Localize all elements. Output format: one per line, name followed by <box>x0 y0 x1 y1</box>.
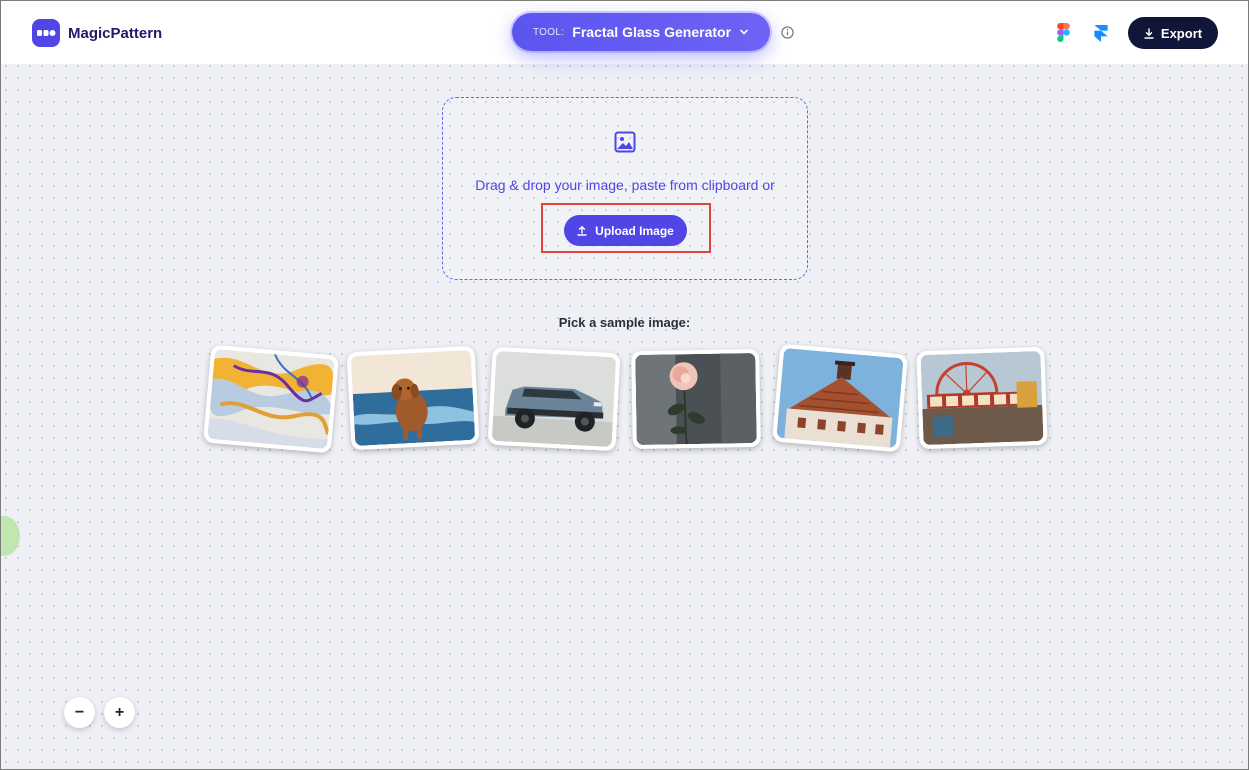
download-icon <box>1144 27 1154 39</box>
sample-image-blue-suv[interactable] <box>487 346 621 452</box>
dropzone-instructions: Drag & drop your image, paste from clipb… <box>475 177 775 193</box>
upload-image-button[interactable]: Upload Image <box>564 215 687 246</box>
sample-images-title: Pick a sample image: <box>558 315 691 330</box>
sample-image-rose-flower[interactable] <box>631 348 761 450</box>
ferris-wheel-image <box>920 350 1044 446</box>
zoom-in-label: + <box>114 703 125 721</box>
export-label: Export <box>1160 25 1203 41</box>
sample-image-ferris-wheel[interactable] <box>916 346 1048 450</box>
sample-image-roof-building[interactable] <box>771 343 909 453</box>
chevron-down-icon <box>740 29 748 35</box>
brand-name: MagicPattern <box>68 24 163 42</box>
zoom-out-label: − <box>74 703 85 721</box>
upload-icon <box>577 225 587 236</box>
tool-prefix: TOOL: <box>532 26 565 38</box>
tool-selector-button[interactable]: TOOL: Fractal Glass Generator <box>512 13 770 51</box>
marbled-paint-image <box>207 348 335 450</box>
magicpattern-logo-icon <box>32 19 60 47</box>
info-icon[interactable] <box>781 26 794 39</box>
export-button[interactable]: Export <box>1128 17 1218 49</box>
tool-name: Fractal Glass Generator <box>572 24 732 40</box>
roof-building-image <box>776 347 904 449</box>
app-header: MagicPattern TOOL: Fractal Glass Generat… <box>1 1 1248 64</box>
upload-image-label: Upload Image <box>595 223 674 238</box>
framer-icon[interactable] <box>1094 25 1108 42</box>
blue-suv-image <box>491 350 617 448</box>
dog-beach-image <box>350 349 476 447</box>
zoom-in-button[interactable]: + <box>104 697 135 728</box>
zoom-out-button[interactable]: − <box>64 697 95 728</box>
upload-dropzone[interactable]: Drag & drop your image, paste from clipb… <box>442 97 808 280</box>
figma-icon[interactable] <box>1057 23 1070 42</box>
rose-flower-image <box>635 352 757 446</box>
sample-image-marbled-paint[interactable] <box>202 344 340 454</box>
image-icon <box>614 131 636 153</box>
side-assistant-bubble[interactable] <box>0 516 20 556</box>
sample-image-dog-beach[interactable] <box>346 345 480 451</box>
brand[interactable]: MagicPattern <box>32 19 162 47</box>
